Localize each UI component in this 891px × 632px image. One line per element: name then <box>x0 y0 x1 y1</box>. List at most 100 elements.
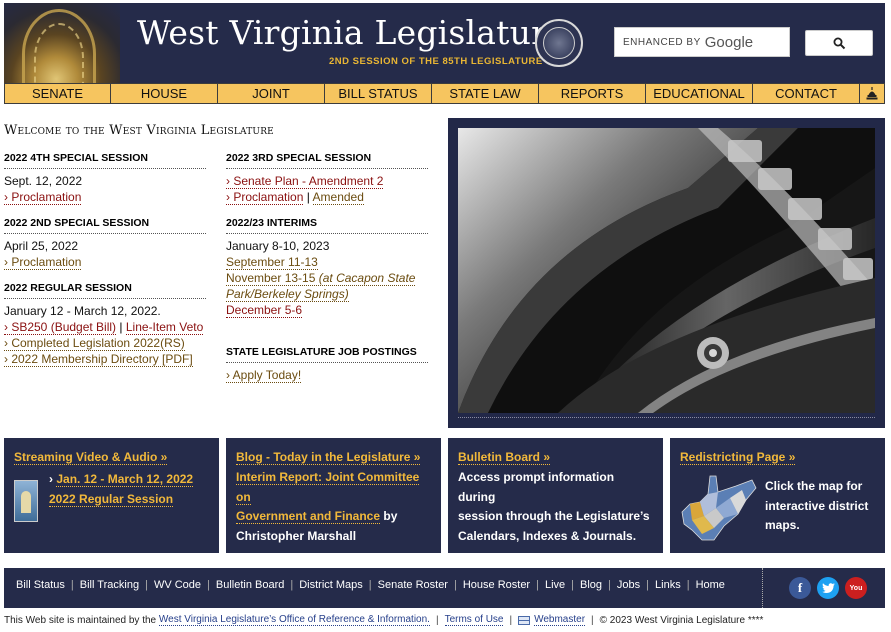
nav-reports[interactable]: REPORTS <box>539 84 646 103</box>
webmaster-link[interactable]: Webmaster <box>534 614 586 626</box>
maintained-by-text: This Web site is maintained by the <box>4 614 157 626</box>
nav-senate[interactable]: SENATE <box>5 84 111 103</box>
facebook-icon[interactable]: f <box>789 577 811 599</box>
youtube-icon[interactable]: You <box>845 577 867 599</box>
bulletin-box: Bulletin Board » Access prompt informati… <box>448 438 663 553</box>
redistrict-line-1: Click the map for <box>765 479 863 493</box>
section-heading: 2022/23 INTERIMS <box>226 217 428 234</box>
interim-september-link[interactable]: September 11-13 <box>226 255 318 270</box>
capitol-photo-frame <box>448 118 885 428</box>
completed-legislation-link[interactable]: › Completed Legislation 2022(RS) <box>4 336 185 351</box>
nav-joint[interactable]: JOINT <box>218 84 325 103</box>
welcome-heading: Welcome to the West Virginia Legislature <box>4 123 274 138</box>
blog-by: by <box>380 509 398 523</box>
site-footer: Bill Status | Bill Tracking | WV Code | Bul… <box>4 568 885 608</box>
membership-directory-link[interactable]: › 2022 Membership Directory [PDF] <box>4 352 193 367</box>
search-icon <box>833 37 845 49</box>
footer-bill-tracking[interactable]: Bill Tracking <box>80 579 139 591</box>
session-dates-link[interactable]: Jan. 12 - March 12, 2022 <box>56 472 194 487</box>
apply-today-link[interactable]: › Apply Today! <box>226 368 302 383</box>
footer-links: Bill Status | Bill Tracking | WV Code | Bul… <box>16 579 725 591</box>
session-date: Sept. 12, 2022 <box>4 174 83 188</box>
right-section-1: 2022 3RD SPECIAL SESSION › Senate Plan -… <box>226 152 428 205</box>
site-title[interactable]: West Virginia Legislature <box>137 13 567 52</box>
capitol-thumbnail-icon <box>14 480 38 522</box>
section-heading: 2022 REGULAR SESSION <box>4 282 206 299</box>
left-section-3: 2022 REGULAR SESSION January 12 - March … <box>4 282 206 367</box>
section-heading: STATE LEGISLATURE JOB POSTINGS <box>226 346 428 363</box>
capitol-dome-image <box>4 3 120 83</box>
session-date: April 25, 2022 <box>4 239 79 253</box>
regular-session-link[interactable]: 2022 Regular Session <box>49 491 174 507</box>
right-section-2: 2022/23 INTERIMS January 8-10, 2023 Sept… <box>226 217 428 318</box>
bulletin-line-2: session through the Legislature’s <box>458 509 650 523</box>
footer-bulletin-board[interactable]: Bulletin Board <box>216 579 285 591</box>
section-heading: 2022 2ND SPECIAL SESSION <box>4 217 206 234</box>
twitter-icon[interactable] <box>817 577 839 599</box>
footer-bill-status[interactable]: Bill Status <box>16 579 65 591</box>
google-label: Google <box>704 33 754 51</box>
section-heading: 2022 4TH SPECIAL SESSION <box>4 152 206 169</box>
redistricting-box: Redistricting Page » Click the map for i… <box>670 438 885 553</box>
blog-link[interactable]: Blog - Today in the Legislature » <box>236 450 421 465</box>
footer-jobs[interactable]: Jobs <box>617 579 640 591</box>
redistricting-link[interactable]: Redistricting Page » <box>680 450 796 465</box>
redistrict-line-2: interactive district <box>765 498 869 513</box>
footer-wv-code[interactable]: WV Code <box>154 579 201 591</box>
bulletin-board-link[interactable]: Bulletin Board » <box>458 450 551 465</box>
section-heading: 2022 3RD SPECIAL SESSION <box>226 152 428 169</box>
search-input[interactable]: ENHANCED BY Google <box>614 27 790 57</box>
bulletin-line-1: Access prompt information during <box>458 470 615 504</box>
main-nav: SENATE HOUSE JOINT BILL STATUS STATE LAW… <box>4 83 885 104</box>
left-column: 2022 4TH SPECIAL SESSION Sept. 12, 2022 … <box>4 152 206 205</box>
footer-house-roster[interactable]: House Roster <box>463 579 530 591</box>
nav-house[interactable]: HOUSE <box>111 84 218 103</box>
line-item-veto-link[interactable]: Line-Item Veto <box>125 320 204 335</box>
search-button[interactable] <box>805 30 873 56</box>
government-finance-link[interactable]: Government and Finance <box>236 509 381 524</box>
separator: | <box>306 190 310 204</box>
proclamation-link[interactable]: › Proclamation <box>226 190 304 205</box>
redistrict-line-3: maps. <box>765 518 800 532</box>
nav-state-law[interactable]: STATE LAW <box>432 84 539 103</box>
streaming-box: Streaming Video & Audio » › Jan. 12 - Ma… <box>4 438 219 553</box>
interim-december-link[interactable]: December 5-6 <box>226 303 303 318</box>
terms-of-use-link[interactable]: Terms of Use <box>444 614 504 626</box>
copyright-text: © 2023 West Virginia Legislature **** <box>599 614 764 626</box>
nav-bill-status[interactable]: BILL STATUS <box>325 84 432 103</box>
interim-november-link[interactable]: November 13-15 (at Cacapon State <box>226 271 416 286</box>
footer-senate-roster[interactable]: Senate Roster <box>378 579 448 591</box>
footer-home[interactable]: Home <box>696 579 725 591</box>
senate-plan-link[interactable]: › Senate Plan - Amendment 2 <box>226 174 384 189</box>
nav-contact[interactable]: CONTACT <box>753 84 860 103</box>
site-header: West Virginia Legislature 2ND SESSION OF… <box>4 3 885 83</box>
amended-link[interactable]: Amended <box>312 190 364 205</box>
footer-district-maps[interactable]: District Maps <box>299 579 363 591</box>
interim-date: January 8-10, 2023 <box>226 239 330 253</box>
footer-links-page[interactable]: Links <box>655 579 681 591</box>
interim-report-link[interactable]: Interim Report: Joint Committee on <box>236 470 420 505</box>
wv-map-icon[interactable] <box>680 474 758 544</box>
nav-educational[interactable]: EDUCATIONAL <box>646 84 753 103</box>
proclamation-link[interactable]: › Proclamation <box>4 255 82 270</box>
proclamation-link[interactable]: › Proclamation <box>4 190 82 205</box>
budget-bill-link[interactable]: › SB250 (Budget Bill) <box>4 320 117 335</box>
state-seal-icon <box>535 19 583 67</box>
maintenance-notice: This Web site is maintained by the West … <box>4 614 764 626</box>
blog-box: Blog - Today in the Legislature » Interi… <box>226 438 441 553</box>
office-of-reference-link[interactable]: West Virginia Legislature’s Office of Re… <box>158 614 430 626</box>
capitol-icon[interactable] <box>860 84 884 103</box>
interim-november-location[interactable]: Park/Berkeley Springs) <box>226 287 349 302</box>
separator: | <box>119 320 123 334</box>
envelope-icon <box>518 615 531 625</box>
right-section-3: STATE LEGISLATURE JOB POSTINGS › Apply T… <box>226 346 428 383</box>
session-subtitle: 2ND SESSION OF THE 85TH LEGISLATURE <box>329 56 543 67</box>
footer-blog[interactable]: Blog <box>580 579 602 591</box>
capitol-architecture-photo <box>458 128 875 413</box>
blog-author: Christopher Marshall <box>236 528 357 543</box>
footer-live[interactable]: Live <box>545 579 565 591</box>
session-date: January 12 - March 12, 2022. <box>4 304 161 318</box>
streaming-video-link[interactable]: Streaming Video & Audio » <box>14 450 168 465</box>
bulletin-line-3: Calendars, Indexes & Journals. <box>458 528 637 543</box>
search-enhanced-label: ENHANCED BY <box>623 36 701 48</box>
